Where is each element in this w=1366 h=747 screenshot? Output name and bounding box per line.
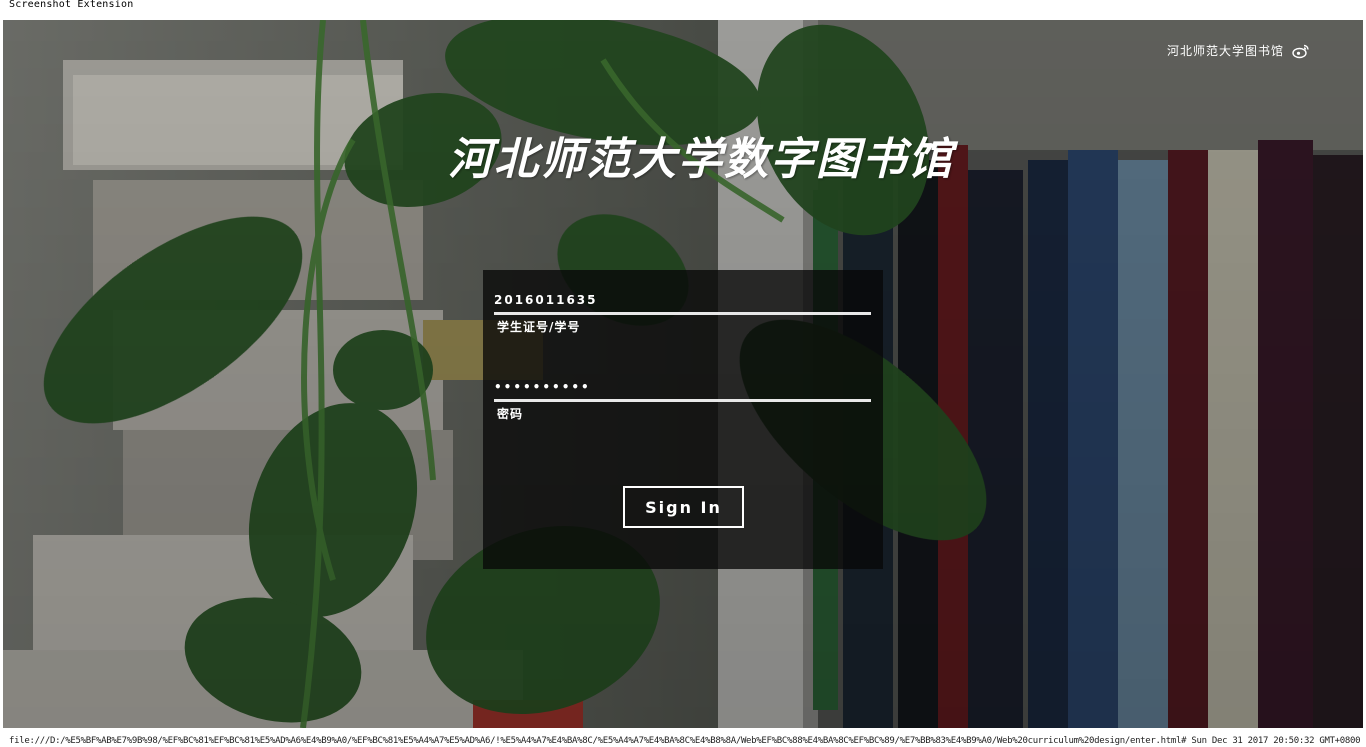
extension-bar: Screenshot Extension — [0, 0, 1366, 20]
password-label: 密码 — [497, 407, 524, 421]
username-input[interactable] — [494, 292, 871, 315]
weibo-icon[interactable] — [1292, 43, 1310, 59]
login-panel: 学生证号/学号 密码 Sign In — [483, 270, 883, 569]
print-footer: file:///D:/%E5%BF%AB%E7%9B%98/%EF%BC%81%… — [0, 728, 1366, 747]
file-url: file:///D:/%E5%BF%AB%E7%9B%98/%EF%BC%81%… — [9, 736, 1366, 746]
password-field: 密码 — [494, 379, 871, 422]
username-field: 学生证号/学号 — [494, 292, 871, 335]
username-label: 学生证号/学号 — [497, 320, 581, 334]
password-input[interactable] — [494, 379, 871, 402]
library-logo: 河北师范大学数字图书馆 — [448, 134, 954, 185]
header-brand: 河北师范大学图书馆 — [1167, 42, 1310, 59]
sign-in-button[interactable]: Sign In — [623, 486, 744, 528]
library-name[interactable]: 河北师范大学图书馆 — [1167, 42, 1284, 59]
login-page: 河北师范大学图书馆 河北师范大学数字图书馆 学生证号/学号 密码 Sign In — [3, 20, 1363, 728]
extension-title: Screenshot Extension — [9, 0, 134, 10]
